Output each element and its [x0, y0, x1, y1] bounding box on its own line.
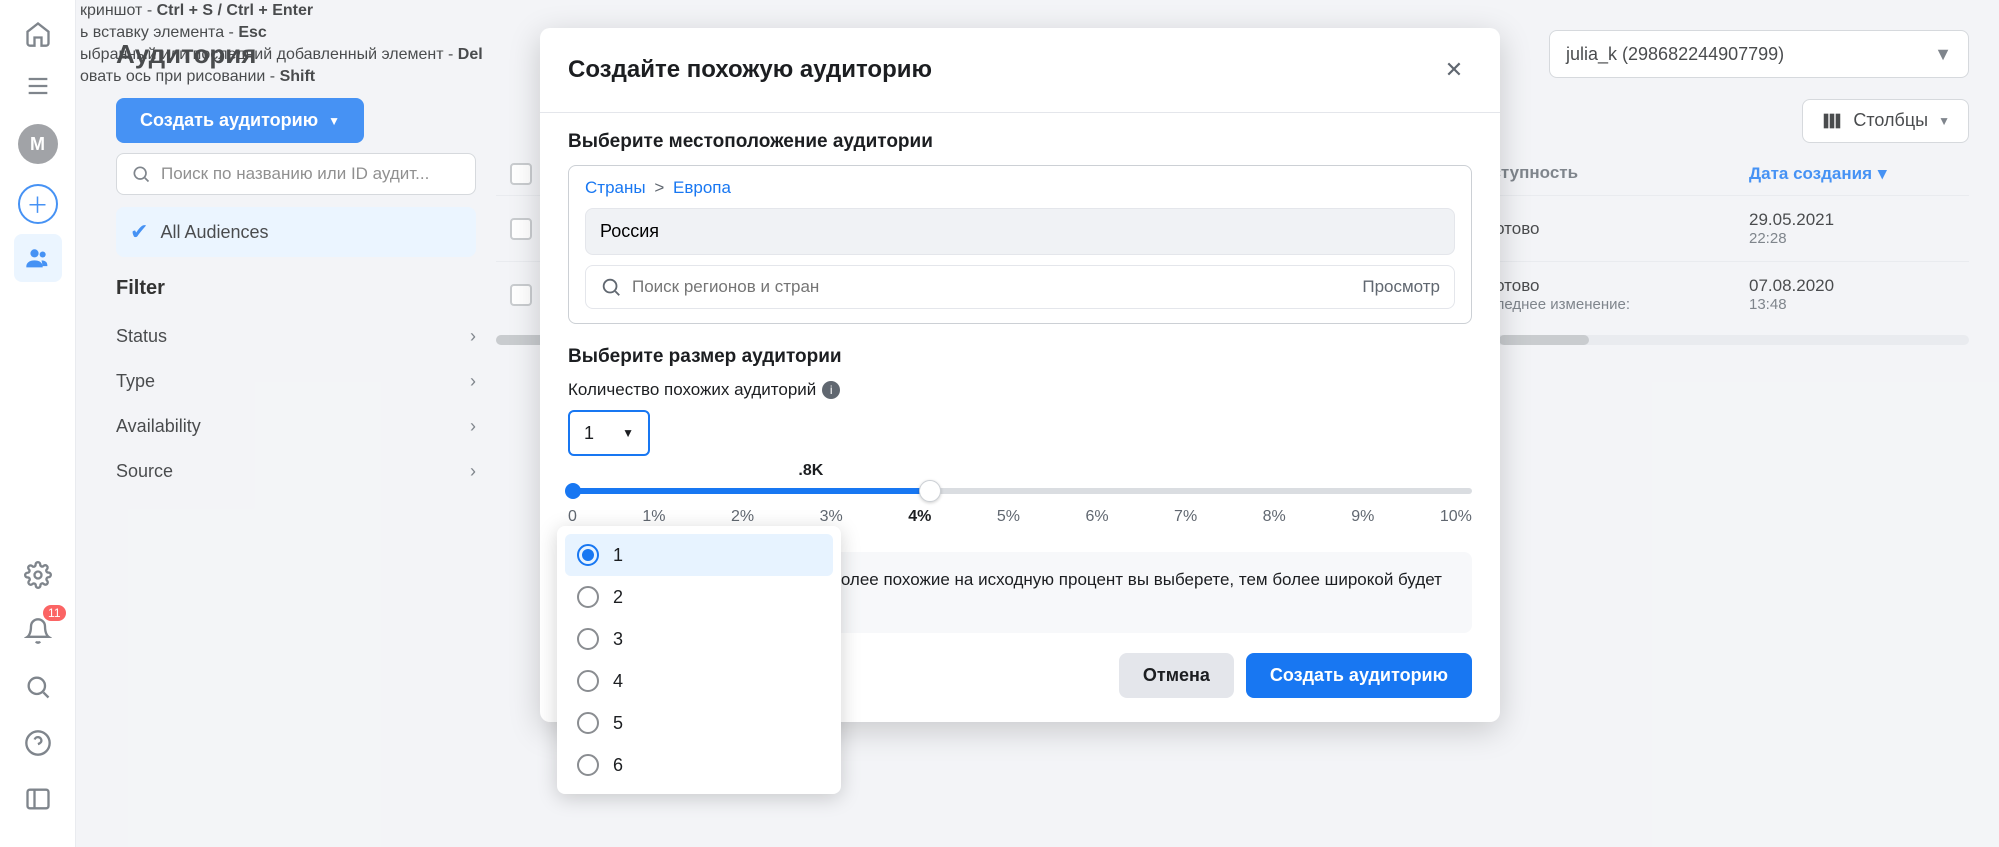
- region-search-input[interactable]: [632, 277, 1352, 297]
- breadcrumb-sep: >: [654, 178, 664, 197]
- count-value: 1: [584, 423, 594, 444]
- audience-size-slider[interactable]: .8K 0 1% 2% 3% 4% 5% 6% 7% 8% 9% 10%: [568, 488, 1472, 526]
- cancel-button[interactable]: Отмена: [1119, 653, 1234, 698]
- location-box: Страны > Европа Россия Просмотр: [568, 165, 1472, 324]
- breadcrumb-europe[interactable]: Европа: [673, 178, 731, 197]
- modal-title: Создайте похожую аудиторию: [568, 56, 932, 84]
- location-section-title: Выберите местоположение аудитории: [568, 131, 1472, 153]
- radio-icon: [577, 712, 599, 734]
- radio-icon: [577, 586, 599, 608]
- create-button[interactable]: Создать аудиторию: [1246, 653, 1472, 698]
- dropdown-option-2[interactable]: 2: [565, 576, 833, 618]
- region-search-row: Просмотр: [585, 265, 1455, 309]
- slider-top-label: .8K: [798, 462, 823, 480]
- size-section-title: Выберите размер аудитории: [568, 346, 1472, 368]
- count-dropdown: 1 2 3 4 5 6: [557, 526, 841, 794]
- count-label: Количество похожих аудиторий i: [568, 380, 1472, 400]
- dropdown-option-1[interactable]: 1: [565, 534, 833, 576]
- close-icon[interactable]: ✕: [1436, 52, 1472, 88]
- radio-icon: [577, 628, 599, 650]
- breadcrumb-countries[interactable]: Страны: [585, 178, 646, 197]
- search-icon: [600, 276, 622, 298]
- chevron-down-icon: ▼: [622, 426, 634, 440]
- dropdown-option-4[interactable]: 4: [565, 660, 833, 702]
- info-icon[interactable]: i: [822, 381, 840, 399]
- breadcrumb: Страны > Европа: [585, 178, 1455, 198]
- slider-thumb[interactable]: [919, 480, 941, 502]
- radio-icon: [577, 754, 599, 776]
- dropdown-option-5[interactable]: 5: [565, 702, 833, 744]
- view-button[interactable]: Просмотр: [1362, 277, 1440, 297]
- slider-ticks: 0 1% 2% 3% 4% 5% 6% 7% 8% 9% 10%: [568, 508, 1472, 526]
- radio-icon: [577, 670, 599, 692]
- selected-country-chip[interactable]: Россия: [585, 208, 1455, 255]
- radio-icon: [577, 544, 599, 566]
- dropdown-option-6[interactable]: 6: [565, 744, 833, 786]
- dropdown-option-3[interactable]: 3: [565, 618, 833, 660]
- slider-fill: [568, 488, 930, 494]
- count-select[interactable]: 1 ▼: [568, 410, 650, 456]
